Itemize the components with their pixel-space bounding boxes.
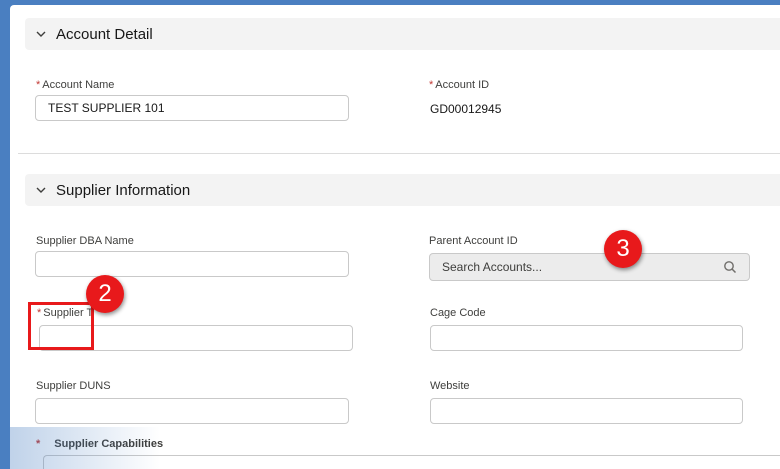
parent-account-id-label: Parent Account ID [429, 235, 518, 247]
cage-code-input[interactable] [430, 325, 743, 351]
chevron-down-icon [36, 31, 46, 37]
account-id-value: GD00012945 [430, 102, 502, 116]
cage-code-label: Cage Code [430, 307, 486, 319]
website-label: Website [430, 380, 470, 392]
supplier-information-header[interactable]: Supplier Information [25, 174, 780, 206]
account-name-label: * Account Name [36, 79, 115, 91]
website-input[interactable] [430, 398, 743, 424]
supplier-capabilities-label: * Supplier Capabilities [36, 438, 164, 450]
required-indicator: * [36, 79, 41, 91]
account-id-label: * Account ID [429, 79, 490, 91]
parent-account-lookup[interactable]: Search Accounts... [429, 253, 750, 281]
required-indicator: * [429, 79, 434, 91]
step-marker-2: 2 [86, 275, 124, 313]
record-detail-panel: Account Detail * Account Name TEST SUPPLI… [10, 5, 780, 469]
supplier-dba-name-input[interactable] [35, 251, 349, 277]
step-marker-3: 3 [604, 230, 642, 268]
section-title: Supplier Information [56, 181, 191, 199]
account-name-input[interactable]: TEST SUPPLIER 101 [35, 95, 349, 121]
annotation-highlight-box [28, 302, 94, 350]
supplier-duns-label: Supplier DUNS [36, 380, 111, 392]
required-indicator: * [36, 438, 41, 450]
lookup-placeholder: Search Accounts... [442, 260, 543, 274]
supplier-capabilities-field[interactable] [43, 455, 780, 469]
supplier-duns-input[interactable] [35, 398, 349, 424]
section-title: Account Detail [56, 25, 153, 43]
search-icon[interactable] [723, 260, 737, 274]
supplier-dba-name-label: Supplier DBA Name [36, 235, 134, 247]
chevron-down-icon [36, 187, 46, 193]
section-divider [18, 153, 780, 154]
account-detail-header[interactable]: Account Detail [25, 18, 780, 50]
